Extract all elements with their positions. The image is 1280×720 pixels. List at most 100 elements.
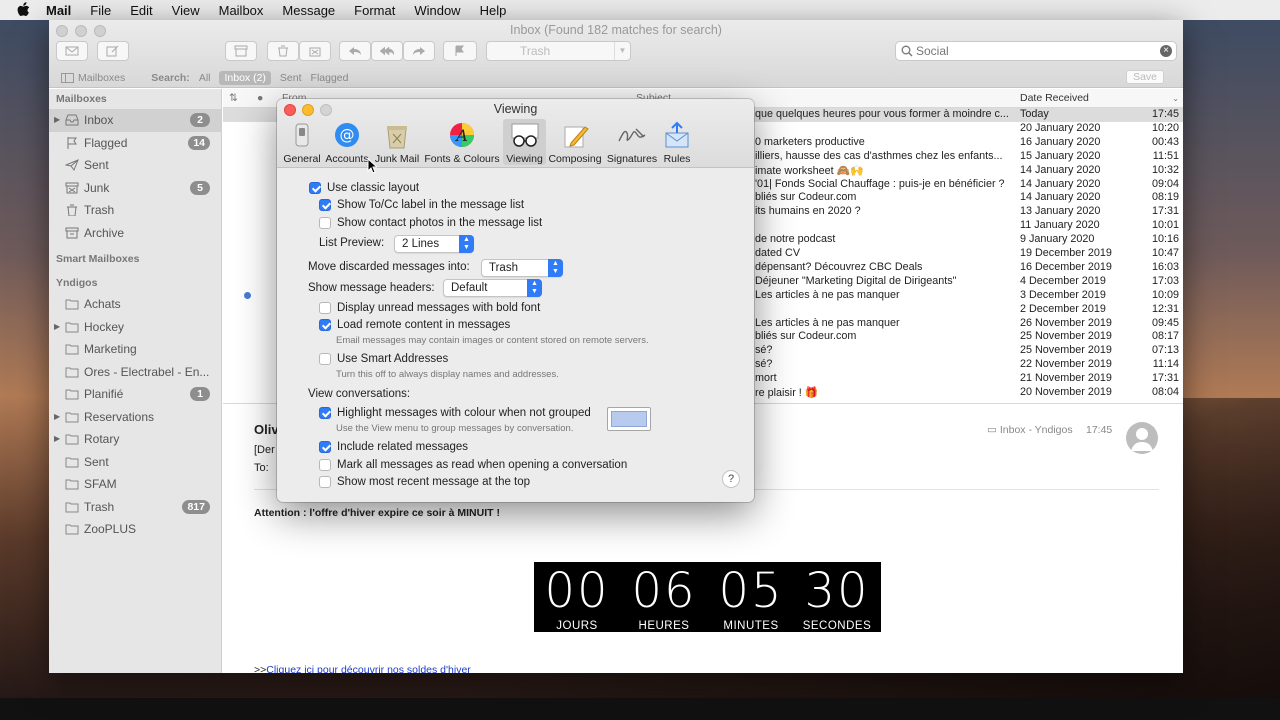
reply-all-button[interactable] [371, 41, 403, 61]
checkbox-unchecked[interactable] [319, 217, 331, 229]
sidebar-folder-hockey[interactable]: ▶ Hockey [49, 316, 221, 339]
menu-format[interactable]: Format [354, 3, 395, 18]
tab-junk-mail[interactable]: Junk Mail [373, 121, 421, 165]
disclosure-triangle-icon[interactable]: ▶ [54, 109, 60, 132]
menu-message[interactable]: Message [282, 3, 335, 18]
tab-signatures[interactable]: Signatures [605, 121, 659, 165]
winter-sale-link[interactable]: Cliquez ici pour découvrir nos soldes d'… [266, 664, 471, 673]
move-discarded-popup[interactable]: Trash ▲ ▼ [481, 259, 563, 277]
row-date: 14 January 2020 [1020, 177, 1101, 190]
sidebar-folder-ores[interactable]: Ores - Electrabel - En... [49, 361, 221, 384]
sidebar-folder-planifie[interactable]: Planifié 1 [49, 383, 221, 406]
apple-icon[interactable] [16, 2, 30, 18]
account-header[interactable]: Yndigos [49, 273, 221, 293]
menu-app-name[interactable]: Mail [46, 3, 71, 18]
smart-addresses-checkbox[interactable]: Use Smart Addresses [319, 353, 448, 365]
tab-viewing[interactable]: Viewing [503, 119, 546, 165]
sidebar-folder-trash[interactable]: Trash 817 [49, 496, 221, 519]
archive-button[interactable] [225, 41, 257, 61]
favorites-bar: Mailboxes Search: All Inbox (2) Sent Fla… [49, 68, 1183, 88]
checkbox-unchecked[interactable] [319, 476, 331, 488]
menu-view[interactable]: View [172, 3, 200, 18]
show-tocc-checkbox[interactable]: Show To/Cc label in the message list [319, 199, 524, 211]
tab-fonts-colours[interactable]: A Fonts & Colours [424, 121, 500, 165]
glasses-icon [511, 123, 538, 147]
checkbox-unchecked[interactable] [319, 459, 331, 471]
most-recent-top-checkbox[interactable]: Show most recent message at the top [319, 476, 530, 488]
scope-all[interactable]: All [199, 72, 211, 84]
clear-search-icon[interactable]: × [1160, 45, 1172, 57]
list-preview-popup[interactable]: 2 Lines ▲ ▼ [394, 235, 474, 253]
sidebar-item-sent[interactable]: Sent [49, 154, 221, 177]
forward-button[interactable] [403, 41, 435, 61]
tab-accounts[interactable]: @ Accounts [325, 121, 369, 165]
reply-all-icon [380, 46, 394, 56]
sidebar-item-archive[interactable]: Archive [49, 222, 221, 245]
menu-help[interactable]: Help [480, 3, 507, 18]
menu-mailbox[interactable]: Mailbox [219, 3, 264, 18]
sidebar-folder-reservations[interactable]: ▶ Reservations [49, 406, 221, 429]
checkbox-checked[interactable] [319, 441, 331, 453]
column-date[interactable]: Date Received [1020, 92, 1089, 104]
compose-button[interactable] [97, 41, 129, 61]
checkbox-checked[interactable] [319, 319, 331, 331]
checkbox-checked[interactable] [319, 407, 331, 419]
sidebar-folder-rotary[interactable]: ▶ Rotary [49, 428, 221, 451]
scope-inbox[interactable]: Inbox (2) [219, 71, 271, 85]
disclosure-triangle-icon[interactable]: ▶ [54, 316, 60, 339]
scope-sent[interactable]: Sent [280, 72, 302, 84]
save-search-button[interactable]: Save [1126, 70, 1164, 84]
move-discarded-label: Move discarded messages into: [308, 261, 470, 273]
disclosure-triangle-icon[interactable]: ▶ [54, 428, 60, 451]
sidebar-item-flagged[interactable]: Flagged 14 [49, 132, 221, 155]
unread-badge: 2 [190, 113, 210, 127]
sort-icon[interactable]: ⇅ [229, 92, 238, 104]
disclosure-triangle-icon[interactable]: ▶ [54, 406, 60, 429]
junk-button[interactable] [299, 41, 331, 61]
reply-button[interactable] [339, 41, 371, 61]
row-date: 14 January 2020 [1020, 191, 1101, 204]
preview-mailbox[interactable]: ▭ Inbox - Yndigos [987, 424, 1073, 436]
tab-label: Rules [663, 153, 691, 165]
sidebar-item-inbox[interactable]: ▶ Inbox 2 [49, 109, 221, 132]
flag-button[interactable] [443, 41, 477, 61]
bold-unread-checkbox[interactable]: Display unread messages with bold font [319, 302, 540, 314]
delete-button[interactable] [267, 41, 299, 61]
checkbox-unchecked[interactable] [319, 302, 331, 314]
help-button[interactable]: ? [722, 470, 740, 488]
unread-column-icon[interactable]: ● [257, 92, 263, 104]
sidebar-item-trash[interactable]: Trash [49, 199, 221, 222]
checkbox-label: Show To/Cc label in the message list [337, 199, 525, 211]
sidebar-item-junk[interactable]: Junk 5 [49, 177, 221, 200]
search-field[interactable]: Social × [895, 41, 1177, 61]
sidebar-folder-marketing[interactable]: Marketing [49, 338, 221, 361]
highlight-colour-well[interactable] [607, 407, 651, 431]
menu-file[interactable]: File [90, 3, 111, 18]
sidebar-folder-achats[interactable]: Achats [49, 293, 221, 316]
mailboxes-toggle[interactable]: Mailboxes [61, 72, 134, 84]
tab-rules[interactable]: Rules [661, 121, 693, 165]
menu-window[interactable]: Window [414, 3, 460, 18]
tab-composing[interactable]: Composing [548, 121, 602, 165]
get-mail-button[interactable] [56, 41, 88, 61]
mark-all-read-checkbox[interactable]: Mark all messages as read when opening a… [319, 459, 627, 471]
load-remote-content-checkbox[interactable]: Load remote content in messages [319, 319, 510, 331]
checkbox-unchecked[interactable] [319, 353, 331, 365]
checkbox-checked[interactable] [309, 182, 321, 194]
menu-edit[interactable]: Edit [130, 3, 152, 18]
checkbox-checked[interactable] [319, 199, 331, 211]
row-date: 19 December 2019 [1020, 247, 1112, 259]
highlight-messages-checkbox[interactable]: Highlight messages with colour when not … [319, 407, 591, 419]
move-to-popup[interactable]: Trash ▼ [486, 41, 631, 61]
row-date: 4 December 2019 [1020, 274, 1106, 287]
include-related-checkbox[interactable]: Include related messages [319, 441, 468, 453]
sidebar-folder-sfam[interactable]: SFAM [49, 473, 221, 496]
use-classic-layout-checkbox[interactable]: Use classic layout [309, 182, 419, 194]
show-headers-popup[interactable]: Default ▲ ▼ [443, 279, 542, 297]
smart-mailboxes-header[interactable]: Smart Mailboxes [49, 249, 221, 269]
tab-general[interactable]: General [281, 121, 323, 165]
sidebar-folder-sent[interactable]: Sent [49, 451, 221, 474]
scope-flagged[interactable]: Flagged [311, 72, 349, 84]
sidebar-folder-zooplus[interactable]: ZooPLUS [49, 518, 221, 541]
show-contact-photos-checkbox[interactable]: Show contact photos in the message list [319, 217, 542, 229]
